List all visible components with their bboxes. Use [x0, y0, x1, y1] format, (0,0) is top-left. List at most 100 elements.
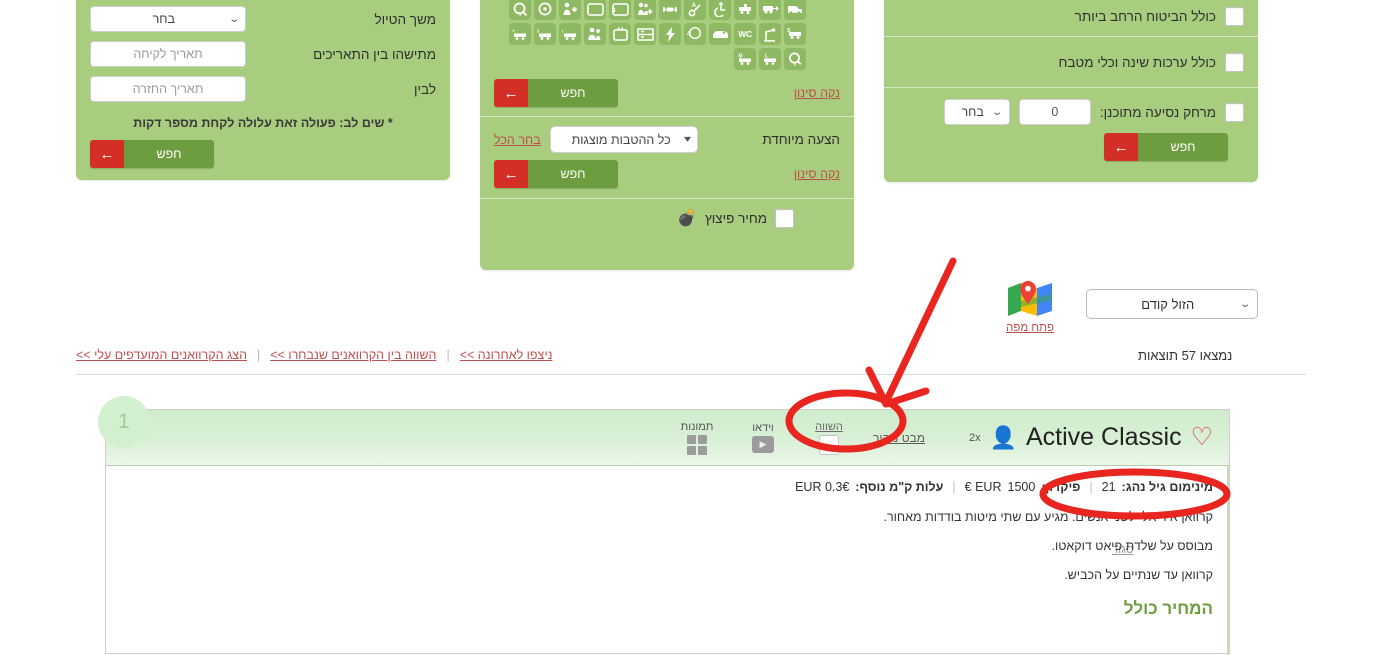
caravan-arrow-icon[interactable]: [759, 0, 781, 20]
deposit-label: פיקדון:: [1041, 480, 1081, 494]
quick-view-link[interactable]: מבט מהיר: [873, 431, 925, 445]
compare-selected-link[interactable]: השווה בין הקרוואנים שנבחרו >>: [270, 348, 436, 362]
extra-km-value: EUR 0.3€: [795, 480, 850, 494]
feature-icon-grid: A x3 2+2 y S WC 4X4 NEW 0-3 +4 c L M: [494, 0, 806, 70]
show-favorites-link[interactable]: הצג הקרוואנים המועדפים עלי >>: [76, 348, 247, 362]
trip-search-button[interactable]: חפש ←: [90, 140, 214, 168]
svg-text:c: c: [793, 61, 796, 67]
spec-separator: |: [1089, 480, 1093, 494]
person-icon: 👤: [989, 424, 1017, 450]
age-0-3-icon[interactable]: 0-3: [534, 23, 556, 45]
key-c-icon[interactable]: c: [784, 48, 806, 70]
blast-price-checkbox[interactable]: [775, 209, 794, 228]
caravan-scale-icon[interactable]: [734, 0, 756, 20]
sort-select-value: הזול קודם: [1141, 296, 1195, 312]
svg-text:2+2: 2+2: [587, 7, 589, 14]
spec-row: מינימום גיל נהג: 21 | פיקדון: 1500 EUR €…: [795, 480, 1213, 494]
chevron-down-icon: ⌄: [227, 13, 240, 25]
plus4-icon[interactable]: +4: [509, 23, 531, 45]
distance-unit-value: בחר: [961, 105, 984, 119]
mouse-van-icon[interactable]: [709, 23, 731, 45]
trip-search-label: חפש: [124, 140, 214, 168]
description-line: מבוסס על שלדת פיאט דוקאטו.: [1051, 539, 1213, 553]
duration-note: * שים לב: פעולה זאת עלולה לקחת מספר דקות: [133, 116, 393, 130]
special-offer-select[interactable]: ▾ כל ההטבות מוצגות: [549, 126, 698, 153]
return-date-row: לבין תאריך החזרה: [90, 76, 436, 102]
2plus2-icon[interactable]: 2+2: [584, 0, 606, 20]
steering-wheel-icon[interactable]: [534, 0, 556, 20]
x3-icon[interactable]: x3: [609, 0, 631, 20]
recently-viewed-link[interactable]: ניצפו לאחרונה >>: [460, 348, 553, 362]
extras-search-button[interactable]: חפש ←: [1104, 133, 1228, 161]
duration-row: משך הטיול ⌄ בחר: [90, 6, 436, 32]
compare-action[interactable]: השווה: [807, 421, 851, 455]
key-auto-icon[interactable]: A: [684, 0, 706, 20]
heart-icon[interactable]: ♡: [1191, 425, 1213, 450]
insurance-checkbox[interactable]: [1225, 6, 1244, 26]
spec-separator-2: |: [952, 480, 956, 494]
arrow-left-icon: ←: [90, 140, 124, 168]
play-icon[interactable]: ▶: [751, 436, 774, 453]
open-map-link[interactable]: פתח מפה: [995, 322, 1065, 334]
return-date-input[interactable]: תאריך החזרה: [90, 76, 246, 102]
distance-input[interactable]: 0: [1018, 99, 1091, 125]
pax-count: 2x: [968, 431, 981, 444]
caravan-l-icon[interactable]: L: [759, 48, 781, 70]
length-icon[interactable]: [659, 0, 681, 20]
special-offer-clear-filter-link[interactable]: נקה סינון: [794, 167, 840, 181]
wc-icon[interactable]: WC: [734, 23, 756, 45]
wheelchair-icon[interactable]: [709, 0, 731, 20]
person-plus-icon[interactable]: [559, 0, 581, 20]
features-clear-filter-link[interactable]: נקה סינון: [794, 86, 840, 100]
description-line: קרוואן אידיאלי לשני אנשים. מגיע עם שתי מ…: [883, 510, 1213, 524]
duration-label: משך הטיול: [374, 11, 437, 27]
distance-unit-select[interactable]: ⌄ בחר: [943, 99, 1010, 125]
caravan-m-icon[interactable]: M: [734, 48, 756, 70]
special-offer-search-label: חפש: [528, 160, 618, 188]
product-card: ♡ Active Classic 👤 2x מבט מהיר השווה ויד…: [98, 396, 1230, 655]
pickup-date-input[interactable]: תאריך לקיחה: [90, 41, 246, 67]
features-search-button[interactable]: חפש ←: [494, 79, 618, 107]
open-map-button[interactable]: פתח מפה: [995, 280, 1065, 334]
photos-action[interactable]: תמונות: [675, 421, 719, 455]
arrow-left-icon: ←: [1104, 133, 1138, 161]
caravan-s-icon[interactable]: S: [784, 23, 806, 45]
video-action[interactable]: וידאו ▶: [741, 422, 785, 453]
deposit-currency: EUR €: [964, 480, 1002, 494]
crane-icon[interactable]: [759, 23, 781, 45]
svg-text:x3: x3: [612, 5, 616, 14]
photos-label: תמונות: [680, 420, 714, 433]
duration-select[interactable]: ⌄ בחר: [90, 6, 246, 32]
deposit-value: 1500: [1007, 480, 1036, 494]
svg-text:A: A: [691, 3, 696, 9]
insurance-label: כולל הביטוח הרחב ביותר: [1074, 8, 1216, 24]
kitchen-checkbox[interactable]: [1225, 52, 1244, 72]
van-icon[interactable]: [784, 0, 806, 20]
4x4-icon[interactable]: 4X4: [684, 23, 706, 45]
sort-select[interactable]: ⌄ הזול קודם: [1086, 289, 1258, 319]
trip-duration-panel: משך הטיול ⌄ בחר מתישהו בין התאריכים תארי…: [76, 0, 450, 180]
compare-checkbox[interactable]: [818, 434, 839, 455]
sort-select-box[interactable]: ⌄ הזול קודם: [1086, 289, 1258, 319]
special-offer-search-button[interactable]: חפש ←: [494, 160, 618, 188]
special-offer-label: הצעה מיוחדת: [762, 132, 840, 147]
chevron-down-icon: ⌄: [1238, 298, 1251, 310]
new-icon[interactable]: NEW: [559, 23, 581, 45]
panel-divider-2: [480, 198, 854, 199]
map-icon: [995, 280, 1065, 320]
compare-label: השווה: [815, 420, 843, 433]
extras-search-label: חפש: [1138, 133, 1228, 161]
description-line: קרוואן עד שנתיים על הכביש.: [1064, 568, 1213, 582]
bunk-beds-icon[interactable]: [634, 23, 656, 45]
family-plus-icon[interactable]: [634, 0, 656, 20]
key-circle-icon[interactable]: y: [509, 0, 531, 20]
special-offer-select-all-link[interactable]: בחר הכל: [494, 133, 541, 147]
tv-icon[interactable]: [609, 23, 631, 45]
family-icon[interactable]: [584, 23, 606, 45]
power-icon[interactable]: [659, 23, 681, 45]
photos-grid-icon[interactable]: [686, 434, 707, 455]
bomb-icon: 💣: [677, 209, 697, 227]
to-label: לבין: [414, 81, 436, 97]
distance-checkbox[interactable]: [1225, 102, 1244, 122]
video-label: וידאו: [752, 422, 774, 434]
